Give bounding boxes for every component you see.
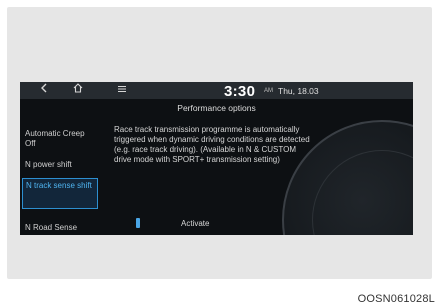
info-icon[interactable]	[136, 218, 140, 228]
back-chevron-icon[interactable]	[34, 82, 54, 99]
clock-time: 3:30	[224, 83, 256, 100]
status-bar: 3:30 AM Thu, 18.03	[20, 82, 413, 100]
sidebar-item-n-track-sense-shift[interactable]: N track sense shift	[22, 178, 98, 209]
activate-toggle[interactable]: Activate	[181, 219, 209, 228]
status-date: Thu, 18.03	[278, 86, 319, 96]
infotainment-screen: 3:30 AM Thu, 18.03 Performance options A…	[20, 82, 413, 235]
sidebar: Automatic Creep Off N power shift N trac…	[20, 112, 100, 235]
sidebar-item-automatic-creep-off[interactable]: Automatic Creep Off	[22, 127, 98, 150]
home-icon[interactable]	[68, 82, 88, 99]
sidebar-item-n-road-sense[interactable]: N Road Sense	[22, 221, 98, 235]
menu-icon[interactable]	[112, 82, 132, 99]
clock-ampm: AM	[264, 88, 273, 94]
sidebar-item-n-power-shift[interactable]: N power shift	[22, 158, 98, 172]
feature-description: Race track transmission programme is aut…	[114, 125, 310, 164]
figure-code: OOSN061028L	[357, 293, 435, 305]
